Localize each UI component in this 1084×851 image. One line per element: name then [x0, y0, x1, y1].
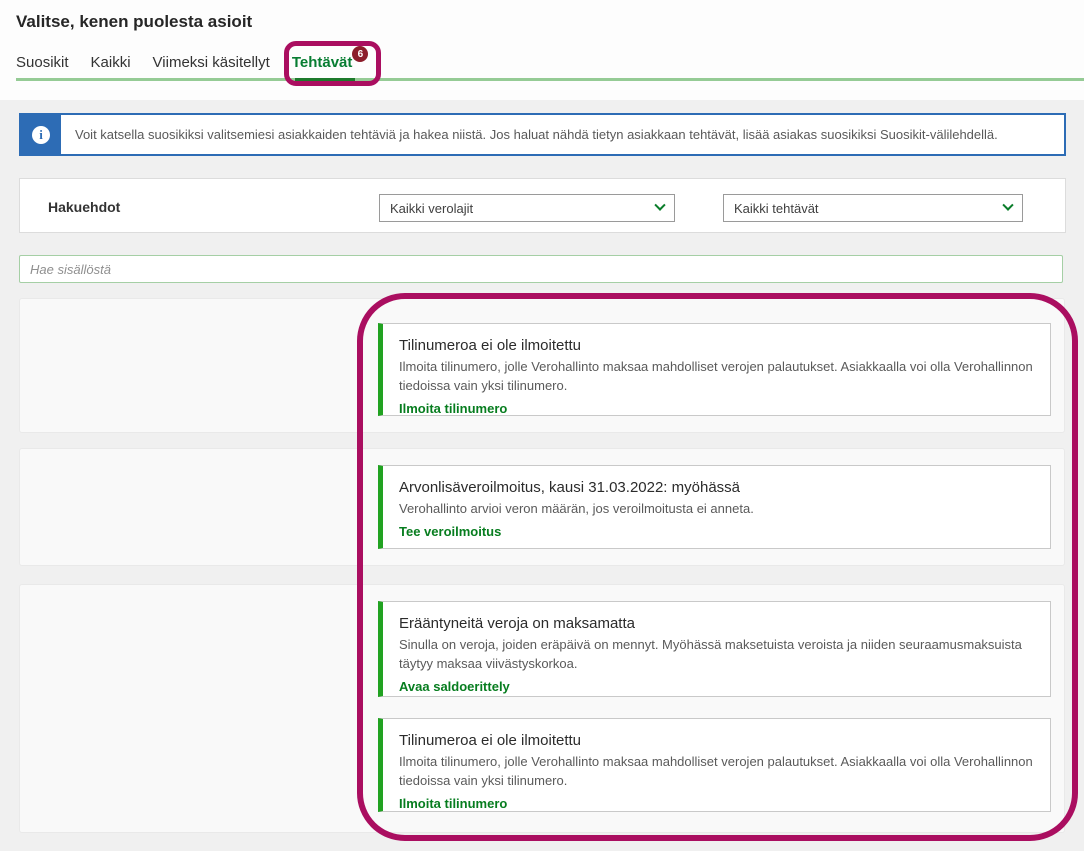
search-conditions-panel: Hakuehdot Kaikki verolajit Kaikki tehtäv… [19, 178, 1066, 233]
task-title: Erääntyneitä veroja on maksamatta [399, 615, 1034, 632]
task-count-badge: 6 [352, 46, 368, 62]
task-description: Ilmoita tilinumero, jolle Verohallinto m… [399, 358, 1034, 396]
info-banner-text: Voit katsella suosikiksi valitsemiesi as… [61, 115, 1064, 154]
task-title: Tilinumeroa ei ole ilmoitettu [399, 337, 1034, 354]
task-action-link[interactable]: Tee veroilmoitus [399, 524, 501, 539]
active-tab-indicator [295, 78, 355, 82]
task-card-overdue-taxes: Erääntyneitä veroja on maksamatta Sinull… [378, 601, 1051, 697]
task-action-link[interactable]: Avaa saldoerittely [399, 679, 510, 694]
task-type-select[interactable]: Kaikki tehtävät [723, 194, 1023, 222]
task-action-link[interactable]: Ilmoita tilinumero [399, 401, 507, 416]
tab-suosikit[interactable]: Suosikit [16, 54, 69, 71]
task-title: Tilinumeroa ei ole ilmoitettu [399, 732, 1034, 749]
task-action-link[interactable]: Ilmoita tilinumero [399, 796, 507, 811]
tax-type-select-value: Kaikki verolajit [390, 201, 473, 216]
info-banner: i Voit katsella suosikiksi valitsemiesi … [19, 113, 1066, 156]
tax-type-select[interactable]: Kaikki verolajit [379, 194, 675, 222]
tab-bar: Suosikit Kaikki Viimeksi käsitellyt Teht… [16, 54, 352, 71]
task-description: Ilmoita tilinumero, jolle Verohallinto m… [399, 753, 1034, 791]
info-icon: i [32, 126, 50, 144]
chevron-down-icon [1002, 200, 1013, 211]
tab-kaikki[interactable]: Kaikki [91, 54, 131, 71]
tab-tehtavat-label: Tehtävät [292, 54, 353, 71]
tab-tehtavat[interactable]: Tehtävät 6 [292, 54, 353, 71]
tab-viimeksi-kasitellyt[interactable]: Viimeksi käsitellyt [153, 54, 270, 71]
task-card-vat-return: Arvonlisäveroilmoitus, kausi 31.03.2022:… [378, 465, 1051, 549]
task-description: Sinulla on veroja, joiden eräpäivä on me… [399, 636, 1034, 674]
search-conditions-label: Hakuehdot [48, 199, 120, 215]
content-search-input[interactable] [19, 255, 1063, 283]
info-icon-block: i [21, 115, 61, 154]
choose-client-screen: Valitse, kenen puolesta asioit Suosikit … [0, 0, 1084, 851]
task-card-account-number: Tilinumeroa ei ole ilmoitettu Ilmoita ti… [378, 718, 1051, 812]
task-description: Verohallinto arvioi veron määrän, jos ve… [399, 500, 1034, 519]
task-card-account-number: Tilinumeroa ei ole ilmoitettu Ilmoita ti… [378, 323, 1051, 416]
tabs-underline [16, 78, 1084, 81]
task-title: Arvonlisäveroilmoitus, kausi 31.03.2022:… [399, 479, 1034, 496]
chevron-down-icon [654, 200, 665, 211]
page-title: Valitse, kenen puolesta asioit [16, 12, 252, 32]
task-type-select-value: Kaikki tehtävät [734, 201, 819, 216]
